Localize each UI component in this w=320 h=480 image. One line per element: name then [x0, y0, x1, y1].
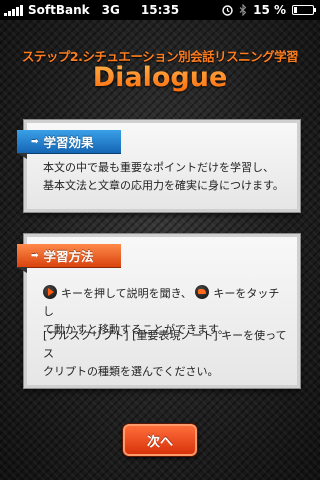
- method-text: クリプトの種類を選んでください。: [43, 365, 219, 378]
- learning-method-script-note: [フルスクリプト] [重要表現ノート] キーを使ってス クリプトの種類を選んでく…: [43, 327, 289, 381]
- method-text: [フルスクリプト] [重要表現ノート] キーを使ってス: [43, 329, 287, 360]
- learning-effect-line: 基本文法と文章の応用力を確実に身につけます。: [43, 179, 284, 192]
- learning-effect-heading: 学習効果: [43, 135, 94, 150]
- learning-method-ribbon: ➡ 学習方法: [17, 244, 121, 273]
- learning-method-panel: ➡ 学習方法 キーを押して説明を聞き、 キーをタッチし て動かすと移動することが…: [17, 234, 300, 388]
- learning-effect-ribbon: ➡ 学習効果: [17, 130, 121, 159]
- next-button[interactable]: 次へ: [123, 424, 197, 456]
- battery-icon: [292, 5, 316, 15]
- learning-method-heading: 学習方法: [43, 249, 94, 264]
- network-type: 3G: [101, 3, 120, 17]
- touch-hand-icon: [195, 285, 210, 299]
- arrow-right-icon: ➡: [31, 136, 39, 147]
- learning-effect-text: 本文の中で最も重要なポイントだけを学習し、 基本文法と文章の応用力を確実に身につ…: [43, 159, 289, 195]
- learning-effect-line: 本文の中で最も重要なポイントだけを学習し、: [43, 161, 274, 174]
- method-text: キーを押して説明を聞き、: [61, 287, 192, 300]
- alarm-icon: [222, 4, 233, 16]
- bluetooth-icon: [239, 4, 247, 16]
- page-title: Dialogue: [0, 62, 320, 93]
- arrow-right-icon: ➡: [31, 250, 39, 261]
- carrier-name: SoftBank: [28, 3, 90, 17]
- signal-icon: [4, 4, 23, 16]
- status-bar: SoftBank 3G 15:35 15 %: [0, 0, 320, 20]
- learning-effect-panel: ➡ 学習効果 本文の中で最も重要なポイントだけを学習し、 基本文法と文章の応用力…: [17, 120, 300, 212]
- next-button-label: 次へ: [146, 434, 173, 450]
- battery-percent: 15 %: [253, 3, 286, 17]
- play-icon: [43, 285, 57, 299]
